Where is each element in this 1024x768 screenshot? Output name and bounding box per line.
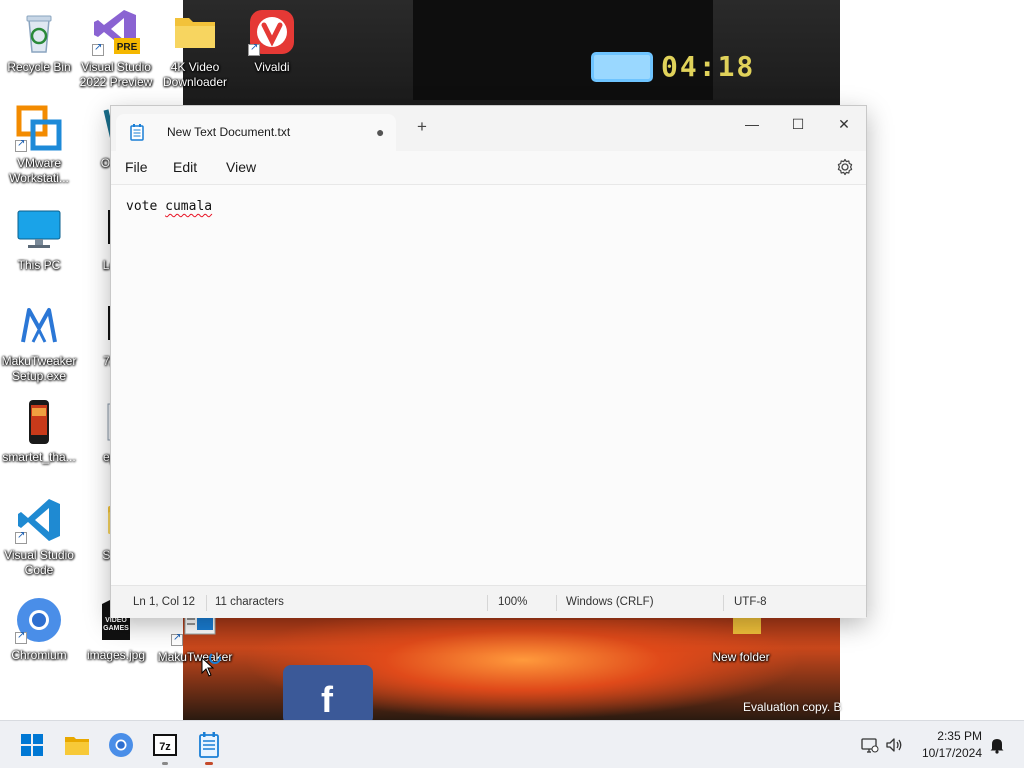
menu-edit[interactable]: Edit xyxy=(173,159,197,175)
desktop-icon-smartphone-file[interactable]: smartet_tha... xyxy=(1,398,77,465)
desktop-icon-label: smartet_tha... xyxy=(2,450,76,464)
svg-text:GAMES: GAMES xyxy=(103,625,129,632)
desktop-icon-chromium[interactable]: Chromium xyxy=(1,596,77,663)
makutweaker-icon xyxy=(15,302,63,350)
desktop-icon-label: Visual Studio 2022 Preview xyxy=(79,60,153,89)
running-indicator xyxy=(162,762,168,765)
svg-text:PRE: PRE xyxy=(117,42,138,53)
taskbar-chromium[interactable] xyxy=(103,727,139,763)
desktop-icon-label: MakuTweaker Setup.exe xyxy=(1,354,77,383)
chromium-icon xyxy=(109,733,133,757)
tab-new-text-document[interactable]: New Text Document.txt ● xyxy=(116,114,396,151)
desktop-icon-label: Visual Studio Code xyxy=(4,548,74,577)
taskbar-notepad[interactable] xyxy=(191,727,227,765)
taskbar-clock-time[interactable]: 2:35 PM xyxy=(910,729,982,743)
wallpaper-battery-graphic xyxy=(591,52,653,82)
status-bar: Ln 1, Col 12 11 characters 100% Windows … xyxy=(111,585,866,618)
recycle-bin-icon xyxy=(15,8,63,56)
wallpaper-facebook-tile: f xyxy=(283,665,373,720)
zoom-level[interactable]: 100% xyxy=(498,596,527,608)
desktop-icon-recycle-bin[interactable]: Recycle Bin xyxy=(1,8,77,75)
desktop-icon-4k-video-downloader[interactable]: 4K Video Downloader xyxy=(157,8,233,90)
notepad-menu-bar: File Edit View xyxy=(111,151,866,184)
folder-icon xyxy=(171,8,219,56)
taskbar: 7z 2:35 PM 10/17/2024 xyxy=(0,720,1024,768)
status-divider xyxy=(206,595,207,611)
editor-content[interactable]: vote cumala xyxy=(126,199,212,214)
start-button[interactable] xyxy=(14,727,50,763)
phone-image-icon xyxy=(15,398,63,446)
desktop-icon-label: 4K Video Downloader xyxy=(162,60,228,89)
svg-text:VIDEO: VIDEO xyxy=(105,617,127,624)
cursor-position[interactable]: Ln 1, Col 12 xyxy=(133,596,195,608)
menu-view[interactable]: View xyxy=(226,159,256,175)
desktop-icon-vivaldi[interactable]: Vivaldi xyxy=(234,8,310,75)
notepad-tab-bar: New Text Document.txt ● + — ☐ ✕ xyxy=(111,106,866,151)
evaluation-watermark: Evaluation copy. B xyxy=(743,700,842,714)
7zip-icon: 7z xyxy=(153,734,177,756)
settings-gear-icon[interactable] xyxy=(835,157,855,177)
notepad-icon xyxy=(130,124,144,141)
desktop-icon-vmware[interactable]: VMware Workstati... xyxy=(1,104,77,186)
svg-text:7z: 7z xyxy=(159,741,171,753)
line-ending[interactable]: Windows (CRLF) xyxy=(566,596,654,608)
running-indicator xyxy=(205,762,213,765)
notepad-window[interactable]: New Text Document.txt ● + — ☐ ✕ File Edi… xyxy=(110,105,867,618)
desktop-icon-label: This PC xyxy=(17,258,61,272)
status-divider xyxy=(723,595,724,611)
vivaldi-icon xyxy=(248,8,296,56)
desktop-icon-this-pc[interactable]: This PC xyxy=(1,206,77,273)
editor-word: vote xyxy=(126,199,166,214)
visual-studio-icon: PRE xyxy=(92,8,140,56)
desktop-icon-label: Recycle Bin xyxy=(7,60,71,74)
maximize-button[interactable]: ☐ xyxy=(775,110,821,140)
status-divider xyxy=(556,595,557,611)
volume-icon[interactable] xyxy=(884,735,904,755)
new-tab-button[interactable]: + xyxy=(411,117,433,139)
busy-spinner-icon xyxy=(208,651,222,665)
desktop-icon-visual-studio-preview[interactable]: PRE Visual Studio 2022 Preview xyxy=(78,8,154,90)
desktop-icon-label: VMware Workstati... xyxy=(9,156,69,185)
network-icon[interactable] xyxy=(860,735,880,755)
unsaved-indicator[interactable]: ● xyxy=(376,124,384,140)
menu-file[interactable]: File xyxy=(125,159,148,175)
close-button[interactable]: ✕ xyxy=(821,110,867,140)
vmware-icon xyxy=(15,104,63,152)
notification-bell-icon[interactable] xyxy=(987,735,1007,755)
wallpaper-clock-graphic: 04:18 xyxy=(661,50,756,83)
taskbar-clock-date[interactable]: 10/17/2024 xyxy=(910,746,982,760)
file-explorer-icon xyxy=(65,737,89,755)
text-editor-area[interactable]: vote cumala xyxy=(111,184,866,585)
desktop-icon-label: Chromium xyxy=(11,648,67,662)
taskbar-7zip[interactable]: 7z xyxy=(147,727,183,765)
desktop-icon-label: New folder xyxy=(712,650,770,664)
desktop-icon-makutweaker-setup[interactable]: MakuTweaker Setup.exe xyxy=(1,302,77,384)
notepad-icon xyxy=(199,732,219,758)
vscode-icon xyxy=(15,496,63,544)
taskbar-file-explorer[interactable] xyxy=(59,727,95,763)
minimize-button[interactable]: — xyxy=(729,110,775,140)
tab-title: New Text Document.txt xyxy=(167,125,291,139)
misspelled-word[interactable]: cumala xyxy=(165,199,212,214)
character-count: 11 characters xyxy=(215,596,284,608)
chromium-icon xyxy=(15,596,63,644)
monitor-icon xyxy=(15,206,63,254)
desktop-icon-label: images.jpg xyxy=(86,648,146,662)
encoding[interactable]: UTF-8 xyxy=(734,596,767,608)
desktop-icon-vscode[interactable]: Visual Studio Code xyxy=(1,496,77,578)
desktop-icon-label: Vivaldi xyxy=(254,60,290,74)
windows-start-icon xyxy=(21,734,43,756)
status-divider xyxy=(487,595,488,611)
